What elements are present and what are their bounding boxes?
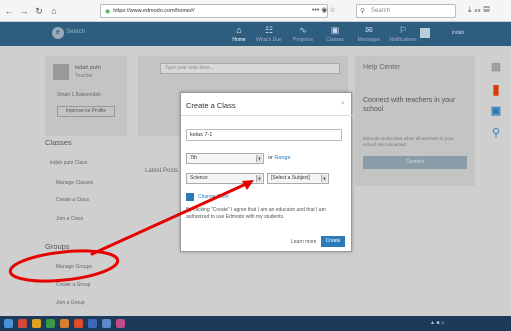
profile-school[interactable]: Sman 1 Bakeendah xyxy=(57,92,101,98)
url-text: https://www.edmodo.com/home#/ xyxy=(113,8,195,14)
classes-icon: ▣ xyxy=(330,25,340,35)
modal-title: Create a Class xyxy=(186,101,236,110)
create-button[interactable]: Create xyxy=(321,236,345,247)
latest-posts-label: Latest Posts xyxy=(145,168,179,174)
chevron-down-icon: ▼ xyxy=(256,175,262,182)
class-name-input[interactable]: kelas 7-1 xyxy=(186,129,342,141)
chevron-down-icon: ▼ xyxy=(256,155,262,162)
change-color-link[interactable]: Change Color xyxy=(198,194,229,200)
search-icon: ⚲ xyxy=(360,8,366,15)
terms-text: By clicking "Create" I agree that I am a… xyxy=(186,207,326,220)
app-icon-3[interactable] xyxy=(46,319,55,328)
app-icon-5[interactable] xyxy=(74,319,83,328)
sidebar-item-join-class[interactable]: Join a Class xyxy=(56,216,83,222)
app-icon-4[interactable] xyxy=(60,319,69,328)
app-icon-8[interactable] xyxy=(116,319,125,328)
forward-icon[interactable]: → xyxy=(18,5,30,17)
improve-profile-button[interactable]: Improve ke Profile xyxy=(57,106,115,117)
nav-messages[interactable]: ✉ Messages xyxy=(352,25,386,43)
nav-progress[interactable]: ∿ Progress xyxy=(286,25,320,43)
help-center-card: Help Center Connect with teachers in you… xyxy=(355,56,475,186)
color-swatch[interactable] xyxy=(186,193,194,201)
address-bar[interactable]: ◉ https://www.edmodo.com/home#/ xyxy=(100,4,328,18)
nav-classes[interactable]: ▣ Classes xyxy=(318,25,352,43)
profile-name[interactable]: indah putri xyxy=(75,65,101,71)
lock-icon: ◉ xyxy=(105,8,111,15)
home-icon: ⌂ xyxy=(236,25,242,35)
profile-avatar[interactable] xyxy=(53,64,69,80)
calendar-icon[interactable]: ▣ xyxy=(488,102,504,120)
right-toolbar: ▦ ▮ ▣ ⚲ xyxy=(488,58,508,146)
sidebar-item-manage-classes[interactable]: Manage Classes xyxy=(56,180,93,186)
profile-role: Teacher xyxy=(75,73,93,79)
create-class-modal: Create a Class × kelas 7-1 7th ▼ or Rang… xyxy=(180,92,353,252)
groups-title: Groups xyxy=(45,242,70,251)
messages-icon: ✉ xyxy=(365,25,373,35)
edmodo-logo-icon[interactable]: e xyxy=(52,27,64,39)
app-search-input[interactable]: Search xyxy=(66,29,85,35)
library-icon[interactable]: ☷ xyxy=(475,5,484,14)
subject-area-select[interactable]: Science ▼ xyxy=(186,173,264,184)
grade-select[interactable]: 7th ▼ xyxy=(186,153,264,164)
search-panel-icon[interactable]: ⚲ xyxy=(488,124,504,142)
sidebar-item-manage-groups[interactable]: Manage Groups xyxy=(56,264,92,270)
help-center-text: Edmodo works best when all teachers in y… xyxy=(363,136,454,147)
nav-home[interactable]: ⌂ Home xyxy=(222,25,256,43)
sidebar-item-join-group[interactable]: Join a Group xyxy=(56,300,85,306)
browser-tools: ⤓☷▤ xyxy=(468,5,493,15)
nav-whats-due[interactable]: ☷ What's Due xyxy=(252,25,286,43)
sidebar-item-class[interactable]: indah putri Class xyxy=(50,160,87,166)
progress-icon: ∿ xyxy=(299,25,307,35)
app-nav-bar: e Search ⌂ Home ☷ What's Due ∿ Progress … xyxy=(0,22,511,46)
sidebar-icon[interactable]: ▤ xyxy=(484,5,493,14)
calendar-icon: ☷ xyxy=(264,25,274,35)
start-icon[interactable] xyxy=(4,319,13,328)
avatar[interactable] xyxy=(420,28,430,38)
app-icon-2[interactable] xyxy=(32,319,41,328)
sidebar-item-create-class[interactable]: Create a Class xyxy=(56,197,89,203)
home-icon[interactable]: ⌂ xyxy=(48,5,60,17)
sidebar-item-create-group[interactable]: Create a Group xyxy=(56,282,90,288)
office-icon[interactable]: ▮ xyxy=(488,80,504,98)
browser-search-input[interactable]: ⚲ Search xyxy=(356,4,456,18)
profile-card: indah putri Teacher Sman 1 Bakeendah Imp… xyxy=(45,56,127,136)
classes-title: Classes xyxy=(45,138,72,147)
close-icon[interactable]: × xyxy=(341,101,345,107)
chevron-down-icon: ▼ xyxy=(321,175,327,182)
range-link[interactable]: Range xyxy=(274,155,290,161)
modal-divider xyxy=(181,115,353,116)
reload-icon[interactable]: ↻ xyxy=(33,5,45,17)
help-center-subtitle: Connect with teachers in your school xyxy=(363,97,456,113)
app-icon-6[interactable] xyxy=(88,319,97,328)
subject-select[interactable]: [Select a Subject] ▼ xyxy=(267,173,329,184)
post-input[interactable]: Type your note here... xyxy=(160,63,340,74)
system-tray: ▲ ■ ♫ xyxy=(430,320,445,326)
learn-more-link[interactable]: Learn more xyxy=(291,239,317,245)
nav-notifications[interactable]: ⚐ Notifications xyxy=(386,25,420,43)
connect-button[interactable]: Connect xyxy=(363,156,467,169)
app-icon-1[interactable] xyxy=(18,319,27,328)
back-icon[interactable]: ← xyxy=(3,5,15,17)
help-center-title: Help Center xyxy=(363,64,401,71)
grid-icon[interactable]: ▦ xyxy=(488,58,504,76)
taskbar: ▲ ■ ♫ xyxy=(0,316,511,331)
page-actions-icon[interactable]: ••• ◉ ☆ xyxy=(312,6,336,14)
app-icon-7[interactable] xyxy=(102,319,111,328)
range-option: or Range xyxy=(268,155,291,161)
notifications-icon: ⚐ xyxy=(398,25,408,35)
user-menu[interactable]: indah xyxy=(452,30,464,36)
